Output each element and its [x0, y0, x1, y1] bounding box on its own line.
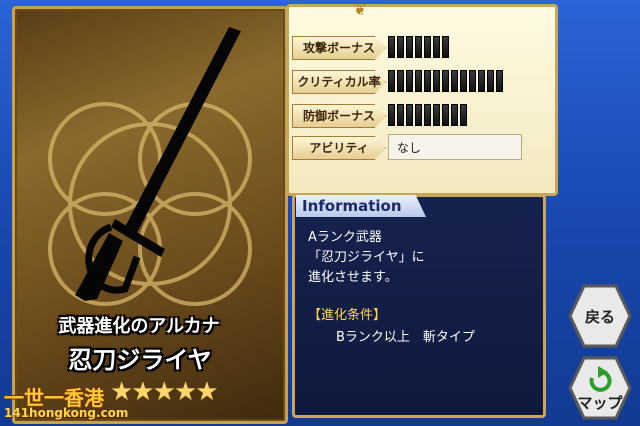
condition-text: Bランク以上 斬タイプ — [336, 330, 475, 345]
stat-bar-segment — [460, 104, 467, 126]
watermark-url: 141hongkong.com — [4, 406, 129, 420]
card-subtitle: 武器進化のアルカナ — [58, 316, 220, 337]
stat-label-defense: 防御ボーナス — [292, 104, 386, 128]
stat-bar-segment — [442, 104, 449, 126]
condition-title: 【進化条件】 — [308, 308, 387, 323]
stat-bar-segment — [442, 36, 449, 58]
stat-bar-segment — [388, 104, 395, 126]
stat-bar-segment — [424, 36, 431, 58]
stat-bar-segment — [424, 70, 431, 92]
info-line: 「忍刀ジライヤ」に — [308, 250, 425, 265]
ability-label: アビリティ — [292, 136, 386, 160]
stat-bar-segment — [433, 70, 440, 92]
stat-bar-segment — [451, 104, 458, 126]
stat-bar-segment — [433, 104, 440, 126]
stat-bar-segment — [496, 70, 503, 92]
stat-bar-segment — [388, 70, 395, 92]
map-label: マップ — [577, 394, 623, 412]
back-button[interactable]: 戻る — [568, 284, 632, 348]
stats-panel — [286, 4, 558, 196]
stat-bar-segment — [415, 36, 422, 58]
stat-bar-segment — [406, 36, 413, 58]
stat-label-critical: クリティカル率 — [292, 70, 386, 94]
stat-bar-segment — [406, 70, 413, 92]
info-line: 進化させます。 — [308, 270, 398, 285]
stat-bars-defense — [388, 104, 467, 126]
information-title: Information — [302, 197, 402, 215]
stat-bar-segment — [478, 70, 485, 92]
stat-bar-segment — [433, 36, 440, 58]
stat-bar-segment — [406, 104, 413, 126]
stat-bar-segment — [415, 104, 422, 126]
stat-bar-segment — [469, 70, 476, 92]
stat-bars-attack — [388, 36, 449, 58]
info-line: Aランク武器 — [308, 230, 382, 245]
stat-bar-segment — [442, 70, 449, 92]
ability-value: なし — [388, 134, 522, 160]
stat-bar-segment — [397, 104, 404, 126]
stat-bar-segment — [451, 70, 458, 92]
stat-bar-segment — [460, 70, 467, 92]
stat-bar-segment — [388, 36, 395, 58]
stat-bar-segment — [415, 70, 422, 92]
stat-bar-segment — [397, 70, 404, 92]
stat-bars-critical — [388, 70, 503, 92]
ornament-icon: ❦ — [353, 0, 367, 19]
rarity-stars: ★★★★★ — [110, 377, 219, 407]
stat-bar-segment — [397, 36, 404, 58]
stat-bar-segment — [424, 104, 431, 126]
back-label: 戻る — [584, 308, 615, 326]
map-button[interactable]: マップ — [568, 356, 632, 420]
card-name: 忍刀ジライヤ — [68, 345, 212, 374]
stat-bar-segment — [487, 70, 494, 92]
stat-label-attack: 攻撃ボーナス — [292, 36, 386, 60]
